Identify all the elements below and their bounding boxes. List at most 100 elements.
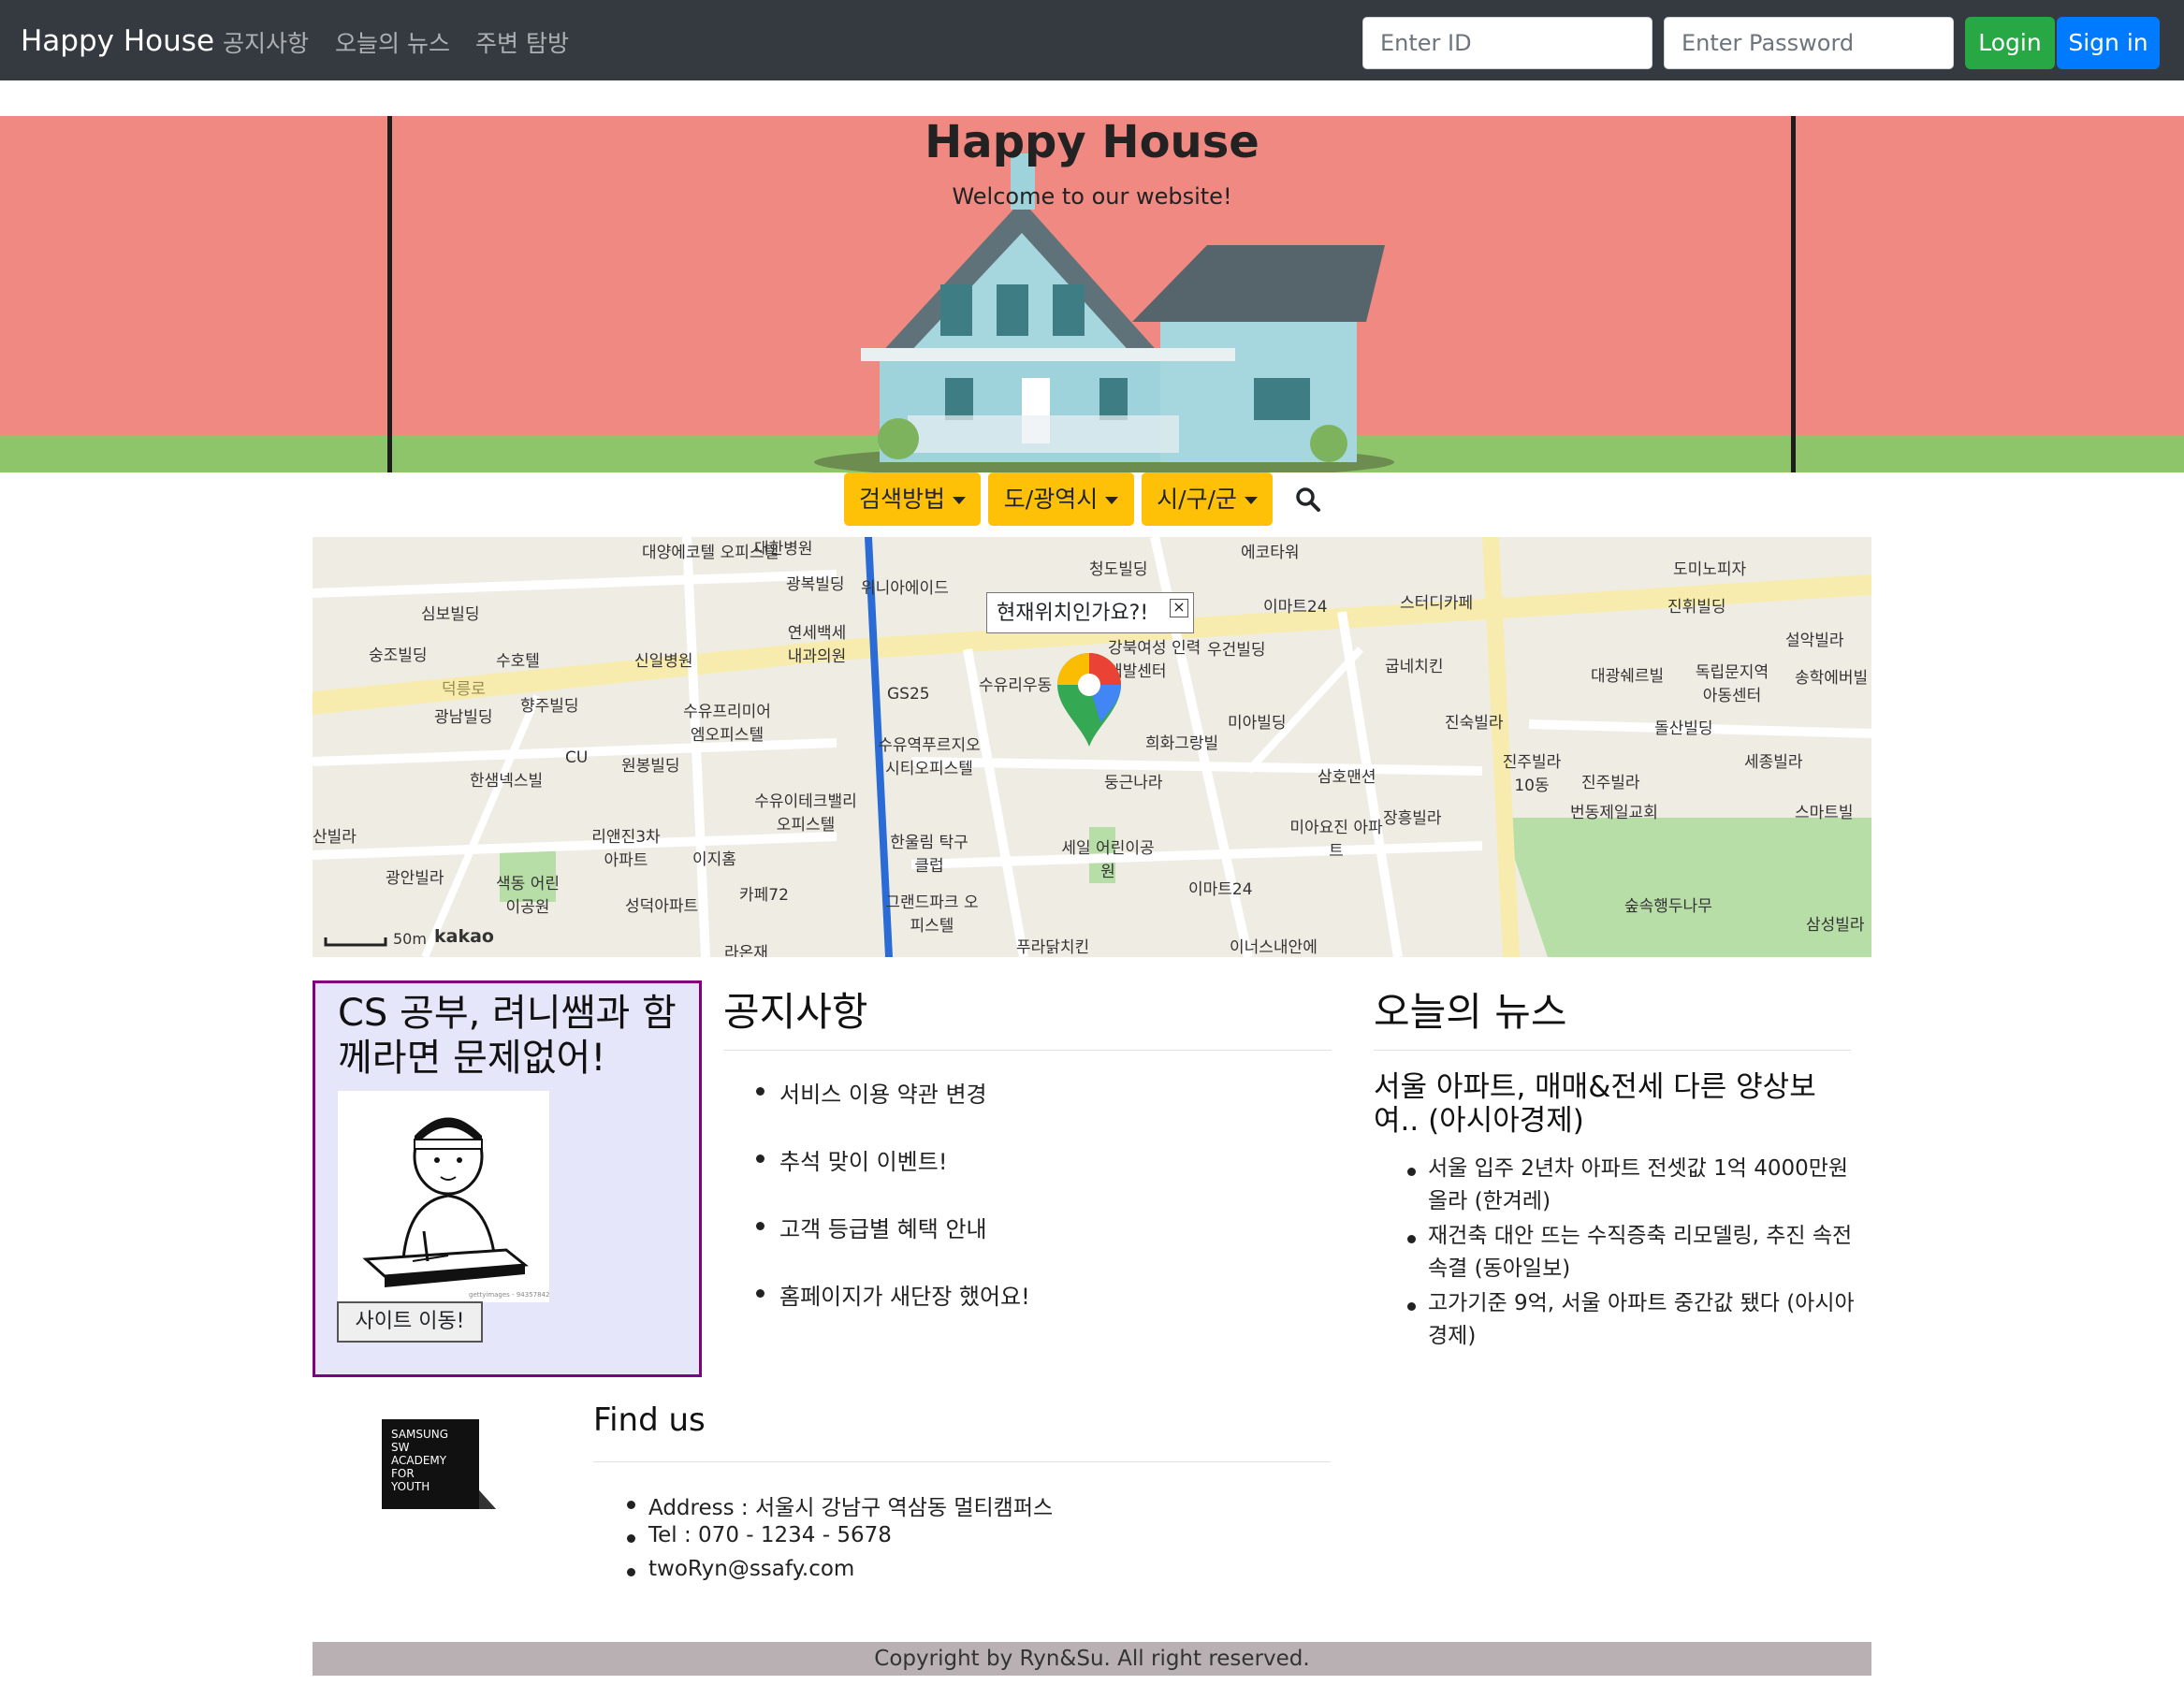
map-label: 광안빌라 [386,869,444,888]
nav-link-explore[interactable]: 주변 탐방 [475,25,569,59]
bullet [1407,1168,1416,1176]
map-label: 수유역푸르지오 시티오피스텔 [878,736,981,778]
map-label: 세일 어린이공원 [1061,839,1155,881]
svg-text:YOUTH: YOUTH [390,1480,430,1493]
map-label: 이너스내안에 [1230,938,1318,957]
news-item[interactable]: 재건축 대안 뜨는 수직증축 리모델링, 추진 속전속결 (동아일보) [1428,1220,1860,1285]
banner-pole [387,116,392,472]
map-label: 그랜드파크 오피스텔 [885,893,979,936]
map-label: 진주빌라 10동 [1502,753,1562,795]
map-label: 광남빌딩 [434,708,493,727]
location-pin-icon[interactable] [1054,651,1125,748]
map-label: 희화그랑빌 [1145,734,1219,753]
map-label: 심보빌딩 [421,605,480,624]
map-label: 진휘빌딩 [1667,598,1726,617]
map-label: 원봉빌딩 [621,757,680,776]
map-label: 신일병원 [634,652,693,671]
notice-item[interactable]: 홈페이지가 새단장 했어요! [779,1278,1030,1311]
map-label: 독립문지역 아동센터 [1695,663,1769,705]
hero-banner [0,116,2184,472]
map-label: 세종빌라 [1744,753,1803,772]
close-icon[interactable]: × [1170,599,1188,617]
map-label: 스마트빌 [1795,804,1854,822]
map-label: 둥근나라 [1104,774,1163,792]
map-label: 산빌라 [313,828,357,847]
map-label: 굽네치킨 [1385,658,1444,676]
chevron-down-icon [1244,497,1258,504]
search-method-label: 검색방법 [858,486,945,513]
email-text[interactable]: twoRyn@ssafy.com [648,1557,854,1581]
map-label: 스터디카페 [1400,594,1474,613]
map-label: 삼성빌라 [1806,916,1865,935]
site-move-button[interactable]: 사이트 이동! [337,1301,483,1343]
map-label: 색동 어린이공원 [496,875,560,917]
kakao-logo: kakao [434,926,494,947]
nav-link-notice[interactable]: 공지사항 [223,25,309,59]
map-label: 미아요진 아파트 [1289,819,1383,861]
map-label: 수호텔 [496,652,540,671]
banner-title: Happy House [925,116,1259,168]
id-input[interactable]: Enter ID [1362,17,1653,69]
promo-title: CS 공부, 려니쌤과 함께라면 문제없어! [338,992,677,1080]
bullet [627,1534,635,1543]
map-label: 리앤진3차 아파트 [591,828,661,870]
map-label: 향주빌딩 [520,697,579,716]
map-label: 숲속행두나무 [1624,897,1712,916]
popup-text: 현재위치인가요?! [997,602,1149,625]
district-label: 시/구/군 [1157,486,1237,513]
notice-item[interactable]: 추석 맞이 이벤트! [779,1143,947,1176]
map-label: 설악빌라 [1785,632,1844,650]
findus-heading: Find us [593,1401,706,1439]
image-watermark: gettyimages - 94357842 [469,1291,549,1299]
svg-text:ACADEMY: ACADEMY [391,1454,447,1467]
province-label: 도/광역시 [1003,486,1099,513]
nav-link-news[interactable]: 오늘의 뉴스 [335,25,450,59]
news-heading: 오늘의 뉴스 [1374,989,1567,1035]
map-label: 번동제일교회 [1570,804,1658,822]
tel-text: Tel : 070 - 1234 - 5678 [648,1523,892,1547]
map-label: 청도빌딩 [1089,560,1148,579]
news-item[interactable]: 서울 입주 2년차 아파트 전셋값 1억 4000만원 올라 (한겨레) [1428,1153,1860,1218]
map-label: 이마트24 [1263,598,1328,617]
notice-item[interactable]: 서비스 이용 약관 변경 [779,1076,987,1109]
map-label: 진주빌라 [1581,774,1640,792]
address-text: Address : 서울시 강남구 역삼동 멀티캠퍼스 [648,1496,1054,1520]
news-headline[interactable]: 서울 아파트, 매매&전세 다른 양상보여.. (아시아경제) [1374,1070,1860,1138]
search-icon[interactable] [1295,486,1321,513]
map-label: 삼호맨션 [1318,768,1376,787]
map-label: 이마트24 [1188,880,1253,899]
password-input[interactable]: Enter Password [1664,17,1954,69]
map-label: 연세백세 내과의원 [787,624,847,666]
map-label: 수유이테크밸리 오피스텔 [754,792,857,835]
map-label: 위니아에이드 [861,579,949,598]
map-label: CU [565,748,589,767]
map-label: 덕릉로 [442,680,486,699]
login-button[interactable]: Login [1965,17,2055,69]
map-scale-label: 50m [393,930,427,948]
map-label: 한샘넥스빌 [470,772,544,791]
signin-button[interactable]: Sign in [2057,17,2160,69]
chevron-down-icon [953,497,966,504]
map-label: 송학에버빌 [1795,669,1869,688]
bullet [1407,1235,1416,1243]
map-label: 도미노피자 [1673,560,1747,579]
map-label: 대한병원 [754,540,813,559]
map-label: 숭조빌딩 [369,646,428,665]
bullet [756,1087,764,1096]
notice-item[interactable]: 고객 등급별 혜택 안내 [779,1211,987,1243]
ssafy-logo: SAMSUNG SW ACADEMY FOR YOUTH [382,1419,496,1509]
district-dropdown[interactable]: 시/구/군 [1142,472,1273,526]
notice-heading: 공지사항 [723,989,868,1035]
map-label: 수유프리미어 엠오피스텔 [683,703,771,745]
navbar-brand[interactable]: Happy House [21,24,214,58]
svg-text:SAMSUNG: SAMSUNG [391,1428,448,1441]
map-label: 카페72 [739,886,789,905]
province-dropdown[interactable]: 도/광역시 [988,472,1134,526]
search-method-dropdown[interactable]: 검색방법 [844,472,981,526]
map-label: 미아빌딩 [1228,714,1287,733]
map-label: 라온재 [724,944,768,957]
map-label: 수유리우동 [979,676,1053,695]
news-item[interactable]: 고가기준 9억, 서울 아파트 중간값 됐다 (아시아경제) [1428,1287,1860,1353]
map-scale-bar [324,937,387,947]
footer: Copyright by Ryn&Su. All right reserved. [313,1642,1871,1676]
